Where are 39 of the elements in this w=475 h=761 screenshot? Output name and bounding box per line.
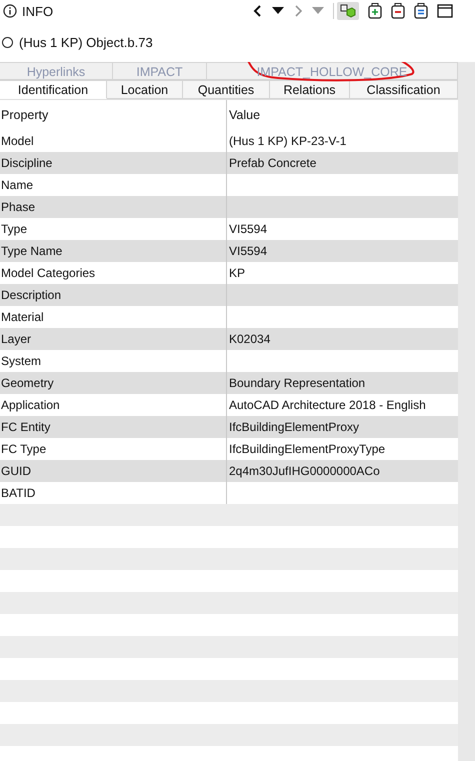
column-header[interactable]: Property bbox=[0, 100, 227, 130]
object-label: (Hus 1 KP) Object.b.73 bbox=[19, 34, 153, 50]
value-cell: K02034 bbox=[229, 332, 270, 346]
cubes-icon bbox=[340, 4, 356, 18]
column-header[interactable]: Value bbox=[227, 100, 458, 130]
property-cell: Layer bbox=[0, 328, 227, 350]
value-cell: IfcBuildingElementProxy bbox=[229, 420, 360, 434]
window-icon[interactable] bbox=[437, 4, 453, 18]
value-cell: Boundary Representation bbox=[229, 376, 366, 390]
property-cell: Discipline bbox=[0, 152, 227, 174]
property-cell: Description bbox=[0, 284, 227, 306]
tab[interactable]: Classification bbox=[350, 80, 458, 99]
value-cell: IfcBuildingElementProxyType bbox=[229, 442, 386, 456]
forward-icon[interactable] bbox=[293, 5, 303, 17]
value-cell: KP bbox=[229, 266, 246, 280]
objects-button[interactable] bbox=[337, 2, 359, 20]
info-icon bbox=[3, 4, 17, 18]
remove-icon[interactable] bbox=[391, 3, 405, 19]
back-icon[interactable] bbox=[253, 5, 263, 17]
property-cell: FC Entity bbox=[0, 416, 227, 438]
value-cell: VI5594 bbox=[229, 244, 268, 258]
property-cell: Geometry bbox=[0, 372, 227, 394]
value-cell: Prefab Concrete bbox=[229, 156, 316, 170]
value-cell: (Hus 1 KP) KP-23-V-1 bbox=[229, 134, 346, 148]
property-cell: Phase bbox=[0, 196, 227, 218]
panel-title: INFO bbox=[22, 4, 54, 18]
add-icon[interactable] bbox=[368, 3, 382, 19]
equals-icon[interactable] bbox=[414, 3, 428, 19]
property-cell: GUID bbox=[0, 460, 227, 482]
tab[interactable]: Identification bbox=[0, 80, 107, 99]
value-cell: AutoCAD Architecture 2018 - English bbox=[229, 398, 426, 412]
tab[interactable]: Relations bbox=[270, 80, 350, 99]
property-cell: Type Name bbox=[0, 240, 227, 262]
value-cell: 2q4m30JufIHG0000000ACo bbox=[229, 464, 380, 478]
radio-button[interactable] bbox=[2, 36, 13, 48]
tab[interactable]: Location bbox=[107, 80, 183, 99]
value-cell: VI5594 bbox=[229, 222, 268, 236]
tab[interactable]: Quantities bbox=[183, 80, 270, 99]
dropdown-icon[interactable] bbox=[272, 7, 284, 15]
